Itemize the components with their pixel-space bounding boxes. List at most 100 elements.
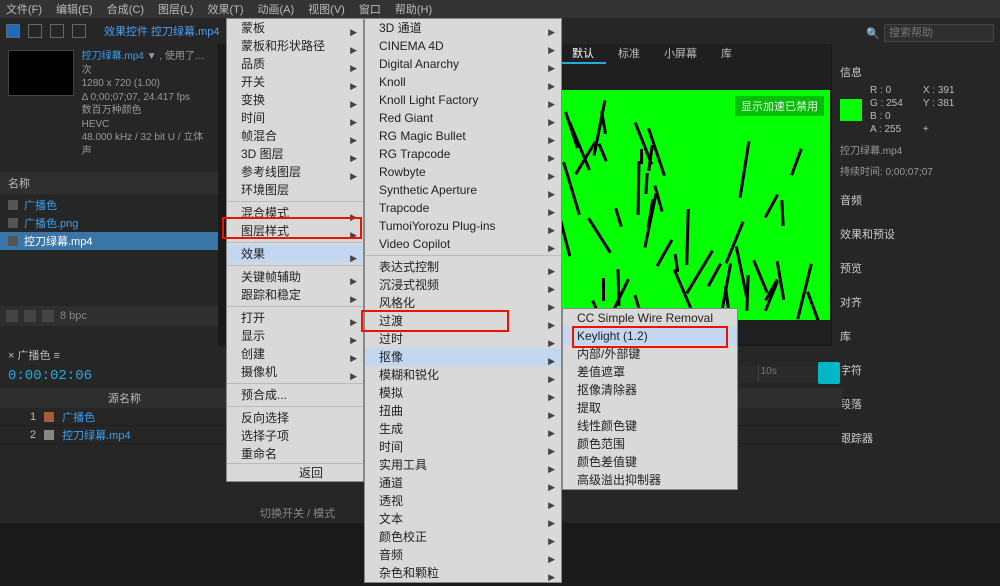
menu-item[interactable]: 关键帧辅助▶	[227, 268, 363, 286]
list-item[interactable]: 广播色	[0, 196, 218, 214]
menu-item[interactable]: 颜色差值键	[563, 453, 737, 471]
menu-item[interactable]: Synthetic Aperture▶	[365, 181, 561, 199]
menu-item[interactable]: 蒙板▶	[227, 19, 363, 37]
menu-item[interactable]: 显示▶	[227, 327, 363, 345]
menu-item[interactable]: 沉浸式视频▶	[365, 276, 561, 294]
menu-item[interactable]: 通道▶	[365, 474, 561, 492]
panel-character[interactable]: 字符	[840, 358, 992, 382]
menu-item[interactable]: 表达式控制▶	[365, 258, 561, 276]
menu-edit[interactable]: 编辑(E)	[56, 1, 93, 17]
timeline-tab[interactable]: × 广播色 ≡	[8, 347, 60, 363]
menu-item[interactable]: 3D 通道▶	[365, 19, 561, 37]
context-menu-layer[interactable]: 蒙板▶蒙板和形状路径▶品质▶开关▶变换▶时间▶帧混合▶3D 图层▶参考线图层▶环…	[226, 18, 364, 482]
menu-item[interactable]: 创建▶	[227, 345, 363, 363]
menu-item[interactable]: Trapcode▶	[365, 199, 561, 217]
menu-item[interactable]: 文本▶	[365, 510, 561, 528]
viewer-canvas[interactable]	[560, 90, 830, 320]
menu-help[interactable]: 帮助(H)	[395, 1, 432, 17]
menu-window[interactable]: 窗口	[359, 1, 381, 17]
menu-item[interactable]: 参考线图层▶	[227, 163, 363, 181]
menu-item[interactable]: 提取	[563, 399, 737, 417]
panel-effects[interactable]: 效果和预设	[840, 222, 992, 246]
menu-item[interactable]: Knoll▶	[365, 73, 561, 91]
menu-item[interactable]: 抠像▶	[365, 348, 561, 366]
menu-item[interactable]: 帧混合▶	[227, 127, 363, 145]
tab-small[interactable]: 小屏幕	[652, 44, 709, 64]
tab-standard[interactable]: 标准	[606, 44, 652, 64]
menu-item[interactable]: 打开▶	[227, 309, 363, 327]
menu-item[interactable]: 模糊和锐化▶	[365, 366, 561, 384]
menu-item[interactable]: 线性颜色键	[563, 417, 737, 435]
menu-item[interactable]: 3D 图层▶	[227, 145, 363, 163]
effect-controls-tab[interactable]: 效果控件 控刀绿幕.mp4	[104, 23, 220, 39]
tab-default[interactable]: 默认	[560, 44, 606, 64]
menu-item[interactable]: RG Trapcode▶	[365, 145, 561, 163]
menu-item[interactable]: Video Copilot▶	[365, 235, 561, 253]
menu-item[interactable]: 环境图层	[227, 181, 363, 199]
panel-audio[interactable]: 音频	[840, 188, 992, 212]
menu-item[interactable]: 时间▶	[227, 109, 363, 127]
menu-item[interactable]: 摄像机▶	[227, 363, 363, 381]
menu-item[interactable]: 效果▶	[227, 245, 363, 263]
menubar[interactable]: 文件(F) 编辑(E) 合成(C) 图层(L) 效果(T) 动画(A) 视图(V…	[0, 0, 1000, 18]
tab-library[interactable]: 库	[709, 44, 744, 64]
tool-zoom[interactable]	[50, 24, 64, 38]
toggle-switches-modes[interactable]: 切换开关 / 模式	[260, 505, 335, 521]
menu-file[interactable]: 文件(F)	[6, 1, 42, 17]
search-help-input[interactable]	[884, 24, 994, 42]
menu-item[interactable]: Rowbyte▶	[365, 163, 561, 181]
tool-hand[interactable]	[28, 24, 42, 38]
menu-item[interactable]: 开关▶	[227, 73, 363, 91]
menu-item[interactable]: 模拟▶	[365, 384, 561, 402]
menu-effect[interactable]: 效果(T)	[207, 1, 243, 17]
menu-return[interactable]: 返回	[227, 463, 363, 481]
menu-item[interactable]: 变换▶	[227, 91, 363, 109]
menu-item[interactable]: 跟踪和稳定▶	[227, 286, 363, 304]
menu-item[interactable]: 品质▶	[227, 55, 363, 73]
panel-paragraph[interactable]: 段落	[840, 392, 992, 416]
menu-item[interactable]: RG Magic Bullet▶	[365, 127, 561, 145]
panel-tracker[interactable]: 跟踪器	[840, 426, 992, 450]
menu-item[interactable]: TumoiYorozu Plug-ins▶	[365, 217, 561, 235]
menu-item[interactable]: 高级溢出抑制器	[563, 471, 737, 489]
panel-library[interactable]: 库	[840, 324, 992, 348]
menu-item[interactable]: 杂色和颗粒▶	[365, 564, 561, 582]
list-item[interactable]: 广播色.png	[0, 214, 218, 232]
menu-view[interactable]: 视图(V)	[308, 1, 345, 17]
submenu-effect-categories[interactable]: 3D 通道▶CINEMA 4D▶Digital Anarchy▶Knoll▶Kn…	[364, 18, 562, 583]
menu-item[interactable]: 差值遮罩	[563, 363, 737, 381]
menu-item[interactable]: 时间▶	[365, 438, 561, 456]
tool-rotate[interactable]	[72, 24, 86, 38]
panel-preview[interactable]: 预览	[840, 256, 992, 280]
work-area-end[interactable]	[818, 362, 840, 384]
menu-item[interactable]: 蒙板和形状路径▶	[227, 37, 363, 55]
menu-layer[interactable]: 图层(L)	[158, 1, 193, 17]
menu-anim[interactable]: 动画(A)	[258, 1, 295, 17]
menu-item[interactable]: 颜色范围	[563, 435, 737, 453]
menu-item[interactable]: 抠像清除器	[563, 381, 737, 399]
new-comp-icon[interactable]	[24, 310, 36, 322]
menu-item[interactable]: 音频▶	[365, 546, 561, 564]
menu-item[interactable]: Red Giant▶	[365, 109, 561, 127]
panel-align[interactable]: 对齐	[840, 290, 992, 314]
menu-item[interactable]: 扭曲▶	[365, 402, 561, 420]
menu-item[interactable]: CC Simple Wire Removal	[563, 309, 737, 327]
menu-item[interactable]: Knoll Light Factory▶	[365, 91, 561, 109]
column-header-name[interactable]: 名称	[0, 172, 218, 194]
menu-item[interactable]: 生成▶	[365, 420, 561, 438]
menu-item[interactable]: Digital Anarchy▶	[365, 55, 561, 73]
menu-comp[interactable]: 合成(C)	[107, 1, 144, 17]
menu-item[interactable]: 选择子项	[227, 427, 363, 445]
tool-selection[interactable]	[6, 24, 20, 38]
menu-item[interactable]: 颜色校正▶	[365, 528, 561, 546]
menu-item[interactable]: 过时▶	[365, 330, 561, 348]
menu-item[interactable]: 实用工具▶	[365, 456, 561, 474]
list-item[interactable]: 控刀绿幕.mp4	[0, 232, 218, 250]
delete-icon[interactable]	[42, 310, 54, 322]
menu-item[interactable]: 重命名	[227, 445, 363, 463]
col-source-name[interactable]: 源名称	[108, 390, 141, 406]
menu-item[interactable]: 预合成...	[227, 386, 363, 404]
menu-item[interactable]: 透视▶	[365, 492, 561, 510]
new-bin-icon[interactable]	[6, 310, 18, 322]
menu-item[interactable]: CINEMA 4D▶	[365, 37, 561, 55]
